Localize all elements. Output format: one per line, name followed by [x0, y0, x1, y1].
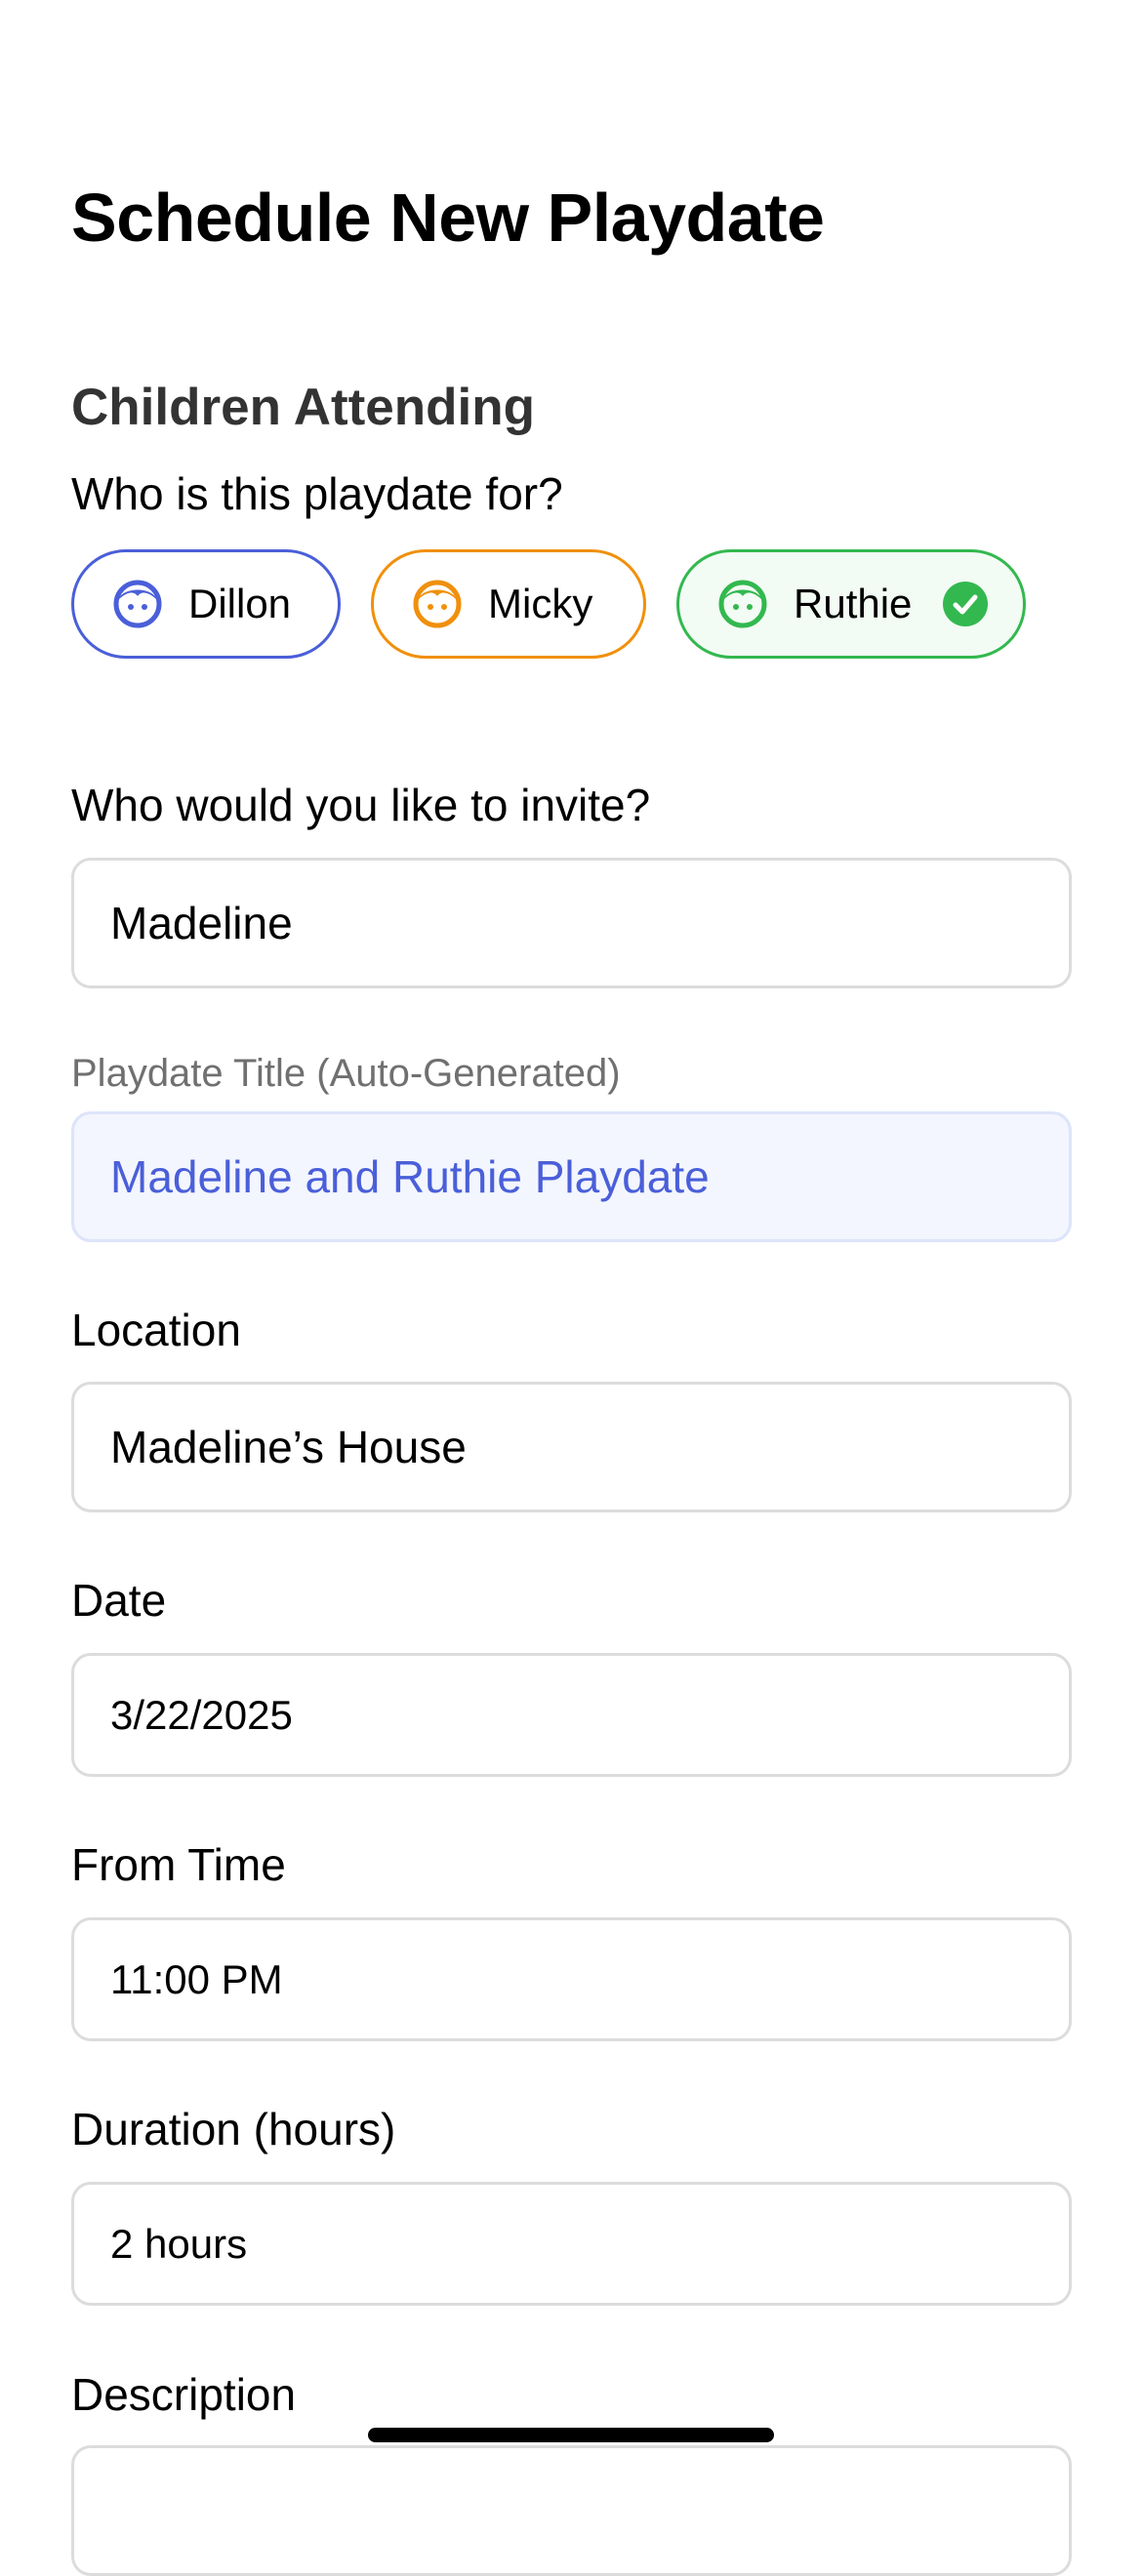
checkmark-circle-icon [943, 582, 989, 626]
child-name-micky: Micky [488, 581, 593, 626]
children-prompt-label: Who is this playdate for? [71, 468, 563, 519]
child-face-icon [113, 580, 162, 628]
date-label: Date [71, 1575, 167, 1626]
child-face-icon [718, 580, 767, 628]
child-chip-ruthie[interactable]: Ruthie [676, 549, 1026, 659]
child-name-dillon: Dillon [188, 581, 292, 626]
from-time-label: From Time [71, 1839, 286, 1890]
from-time-input[interactable]: 11:00 PM [71, 1917, 1072, 2041]
duration-input[interactable]: 2 hours [71, 2182, 1072, 2306]
location-label: Location [71, 1305, 241, 1355]
description-input[interactable] [71, 2445, 1072, 2576]
child-face-icon [413, 580, 462, 628]
child-chip-dillon[interactable]: Dillon [71, 549, 341, 659]
description-label: Description [71, 2369, 297, 2420]
playdate-title-field: Madeline and Ruthie Playdate [71, 1111, 1072, 1242]
duration-label: Duration (hours) [71, 2104, 396, 2154]
date-input[interactable]: 3/22/2025 [71, 1653, 1072, 1777]
invite-label: Who would you like to invite? [71, 780, 651, 830]
child-name-ruthie: Ruthie [794, 581, 913, 626]
children-attending-heading: Children Attending [71, 379, 535, 436]
playdate-title-label: Playdate Title (Auto-Generated) [71, 1052, 621, 1095]
location-input[interactable]: Madeline’s House [71, 1382, 1072, 1512]
home-indicator[interactable] [368, 2428, 774, 2442]
children-selector: Dillon Micky Ruthie [71, 549, 1026, 659]
page-title: Schedule New Playdate [71, 180, 825, 256]
child-chip-micky[interactable]: Micky [371, 549, 646, 659]
invite-input[interactable]: Madeline [71, 858, 1072, 988]
